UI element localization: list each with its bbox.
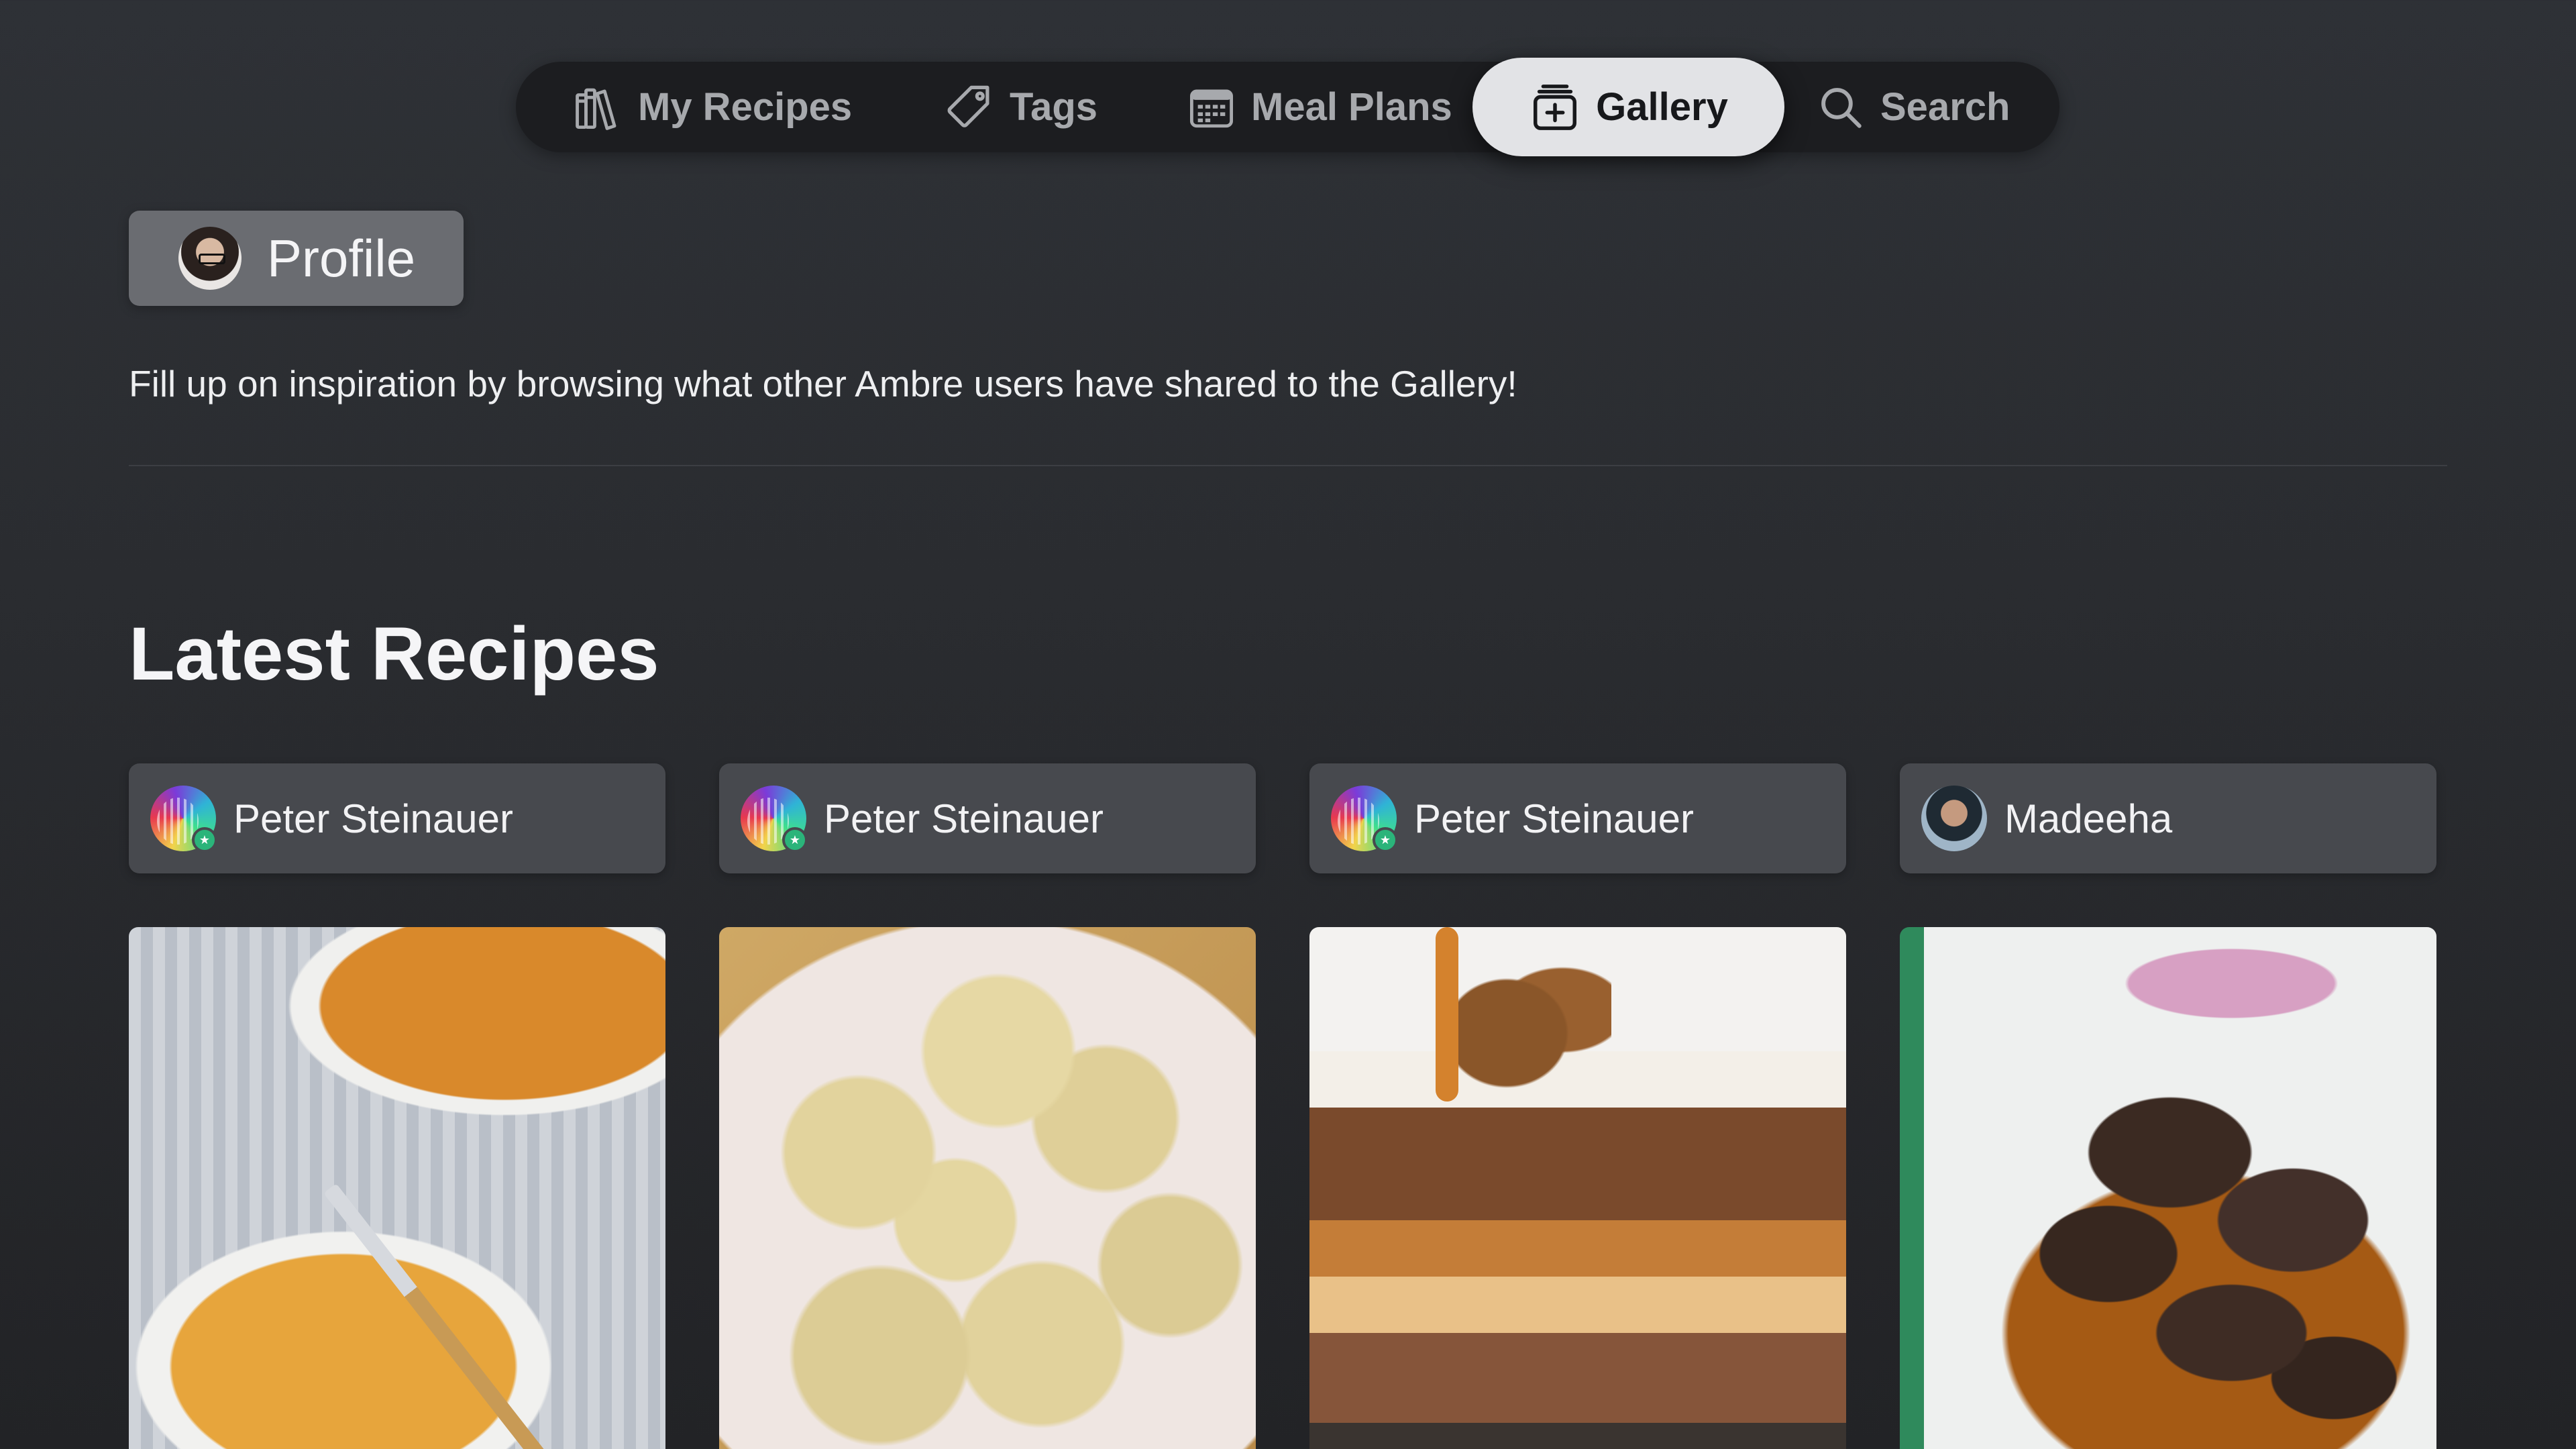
author-button[interactable]: ★ Peter Steinauer — [719, 763, 1256, 873]
recipe-card[interactable]: ★ Peter Steinauer — [1309, 763, 1846, 1449]
top-tab-bar: My Recipes Tags Meal Plans Gallery Searc… — [516, 58, 2059, 156]
tab-my-recipes-label: My Recipes — [638, 85, 853, 129]
recipe-card[interactable]: ★ Peter Steinauer — [129, 763, 665, 1449]
author-button[interactable]: ★ Peter Steinauer — [129, 763, 665, 873]
gallery-icon — [1534, 84, 1577, 130]
gallery-intro-text: Fill up on inspiration by browsing what … — [129, 363, 1517, 405]
recipe-card[interactable]: Madeeha — [1900, 763, 2436, 1449]
profile-label: Profile — [267, 228, 416, 288]
tab-tags-label: Tags — [1010, 85, 1098, 129]
tab-gallery-label: Gallery — [1596, 85, 1728, 129]
recipe-photo[interactable] — [129, 927, 665, 1449]
star-badge-icon: ★ — [192, 827, 217, 853]
avatar — [1921, 786, 1987, 851]
star-badge-icon: ★ — [782, 827, 808, 853]
avatar: ★ — [741, 786, 808, 853]
tag-icon — [947, 85, 989, 127]
divider — [129, 465, 2447, 466]
recipe-card[interactable]: ★ Peter Steinauer — [719, 763, 1256, 1449]
tab-search[interactable]: Search — [1816, 62, 2010, 152]
recipe-photo[interactable] — [1309, 927, 1846, 1449]
star-badge-icon: ★ — [1373, 827, 1398, 853]
recipe-photo[interactable] — [1900, 927, 2436, 1449]
author-button[interactable]: ★ Peter Steinauer — [1309, 763, 1846, 873]
author-name: Peter Steinauer — [233, 796, 513, 841]
author-name: Madeeha — [2004, 796, 2173, 841]
section-title: Latest Recipes — [129, 612, 659, 696]
avatar — [178, 227, 241, 290]
tab-meal-plans[interactable]: Meal Plans — [1187, 62, 1452, 152]
calendar-icon — [1189, 89, 1234, 127]
tab-tags[interactable]: Tags — [945, 62, 1097, 152]
avatar: ★ — [150, 786, 217, 853]
author-name: Peter Steinauer — [824, 796, 1104, 841]
author-name: Peter Steinauer — [1414, 796, 1694, 841]
profile-button[interactable]: Profile — [129, 211, 464, 306]
tab-meal-plans-label: Meal Plans — [1251, 85, 1452, 129]
tab-search-label: Search — [1880, 85, 2010, 129]
recipe-photo[interactable] — [719, 927, 1256, 1449]
search-icon — [1821, 87, 1862, 128]
tab-my-recipes[interactable]: My Recipes — [574, 62, 852, 152]
avatar: ★ — [1331, 786, 1398, 853]
tab-gallery[interactable]: Gallery — [1472, 58, 1784, 156]
books-icon — [576, 88, 616, 130]
author-button[interactable]: Madeeha — [1900, 763, 2436, 873]
